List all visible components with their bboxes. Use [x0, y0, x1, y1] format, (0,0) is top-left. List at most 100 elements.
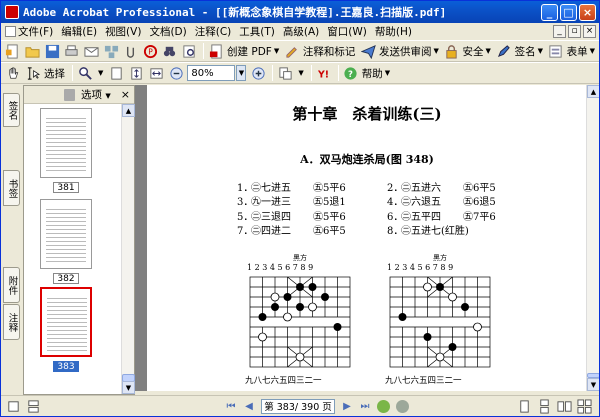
- options-menu[interactable]: 选项 ▼: [81, 87, 111, 102]
- acrobat-app-icon[interactable]: [5, 5, 19, 19]
- thumbnail-scrollbar[interactable]: ▲ ▼: [121, 104, 135, 394]
- forms-button[interactable]: 表单 ▼: [567, 44, 595, 59]
- lock-icon[interactable]: [443, 42, 461, 60]
- menu-edit[interactable]: 编辑(E): [57, 24, 101, 39]
- zoom-dropdown-button[interactable]: ▼: [236, 65, 247, 81]
- stamp-icon[interactable]: P: [141, 42, 159, 60]
- save-icon[interactable]: [43, 42, 61, 60]
- scroll-up-icon[interactable]: ▲: [122, 104, 135, 117]
- open-folder-icon[interactable]: [24, 42, 42, 60]
- minimize-button[interactable]: _: [541, 3, 558, 21]
- create-pdf-icon[interactable]: [207, 42, 225, 60]
- chevron-down-icon: ▼: [384, 69, 391, 77]
- yahoo-icon[interactable]: Y!: [315, 64, 333, 82]
- help-icon[interactable]: ?: [342, 64, 360, 82]
- actual-size-icon[interactable]: [107, 64, 125, 82]
- chevron-down-icon: ▼: [537, 47, 543, 55]
- help-button[interactable]: 帮助 ▼: [362, 66, 390, 81]
- single-page-view-icon[interactable]: [515, 397, 533, 415]
- fit-page-icon[interactable]: [127, 64, 145, 82]
- page-layout-continuous-icon[interactable]: [24, 397, 42, 415]
- menu-advanced[interactable]: 高级(A): [279, 24, 323, 39]
- page-thumbnail[interactable]: [40, 199, 92, 269]
- zoom-tool-icon[interactable]: [76, 64, 94, 82]
- next-view-icon[interactable]: [396, 399, 409, 413]
- email-icon[interactable]: [83, 42, 101, 60]
- zoom-level-input[interactable]: 80%: [187, 65, 236, 81]
- doc-close-button[interactable]: ×: [583, 25, 596, 38]
- forms-icon[interactable]: [547, 42, 565, 60]
- tab-bookmarks[interactable]: 书签: [3, 170, 20, 206]
- organize-icon[interactable]: [102, 42, 120, 60]
- close-panel-icon[interactable]: ×: [121, 88, 130, 101]
- menu-document[interactable]: 文档(D): [145, 24, 190, 39]
- move-row: 7． ㊁四进二 ㊄6平5 8． ㊁五进七(红胜): [237, 226, 469, 238]
- tab-signatures[interactable]: 签名: [3, 93, 20, 127]
- page-layout-single-icon[interactable]: [4, 397, 22, 415]
- search-icon[interactable]: [181, 42, 199, 60]
- side-label: 黑方: [433, 254, 447, 262]
- svg-text:P: P: [148, 47, 153, 56]
- select-tool-button[interactable]: 选择: [44, 66, 65, 81]
- title-bar[interactable]: Adobe Acrobat Professional - [[新概念象棋自学教程…: [1, 1, 599, 23]
- first-page-icon[interactable]: ⏮: [224, 399, 238, 413]
- document-scrollbar[interactable]: ▲ ▼: [586, 85, 599, 391]
- trash-icon[interactable]: [64, 88, 75, 101]
- menu-help[interactable]: 帮助(H): [371, 24, 416, 39]
- acrobat-window: Adobe Acrobat Professional - [[新概念象棋自学教程…: [0, 0, 600, 417]
- menu-view[interactable]: 视图(V): [101, 24, 145, 39]
- send-review-button[interactable]: 发送供审阅 ▼: [379, 44, 439, 59]
- doc-minimize-button[interactable]: _: [553, 25, 566, 38]
- rotate-pages-icon[interactable]: [276, 64, 294, 82]
- facing-view-icon[interactable]: [555, 397, 573, 415]
- zoom-in-icon[interactable]: [249, 64, 267, 82]
- previous-view-icon[interactable]: [377, 399, 390, 413]
- menu-window[interactable]: 窗口(W): [323, 24, 371, 39]
- send-review-icon[interactable]: [359, 42, 377, 60]
- page-thumbnail[interactable]: [40, 108, 92, 178]
- attach-icon[interactable]: [122, 42, 140, 60]
- hand-tool-icon[interactable]: [4, 64, 22, 82]
- file-toolbar: P 创建 PDF ▼ 注释和标记 发送供审阅 ▼ 安全 ▼ 签名 ▼ 表单 ▼: [1, 40, 599, 62]
- tab-comments[interactable]: 注释: [3, 304, 20, 340]
- page-layout-dropdown[interactable]: ▼: [296, 69, 303, 77]
- create-pdf-button[interactable]: 创建 PDF ▼: [227, 44, 279, 59]
- chevron-down-icon: ▼: [238, 69, 245, 77]
- move-row: 1． ㊁七进五 ㊄5平6 2． ㊁五进六 ㊄6平5: [237, 182, 496, 194]
- scroll-down-icon[interactable]: ▼: [587, 378, 599, 391]
- continuous-view-icon[interactable]: [535, 397, 553, 415]
- page-number-field[interactable]: 第 383/ 390 页: [261, 398, 335, 414]
- file-numbers-top: 1 2 3 4 5 6 7 8 9: [247, 263, 314, 272]
- scroll-down-icon[interactable]: ▼: [122, 381, 135, 394]
- previous-page-icon[interactable]: ◀: [242, 399, 256, 413]
- doc-restore-button[interactable]: ▫: [568, 25, 581, 38]
- page-thumbnail-selected[interactable]: [40, 287, 92, 357]
- fit-width-icon[interactable]: [147, 64, 165, 82]
- page-thumbnail-label: 382: [53, 273, 79, 284]
- menu-comments[interactable]: 注释(C): [191, 24, 236, 39]
- print-icon[interactable]: [63, 42, 81, 60]
- sign-pen-icon[interactable]: [495, 42, 513, 60]
- zoom-tool-dropdown[interactable]: ▼: [96, 69, 103, 77]
- new-document-icon[interactable]: [4, 42, 22, 60]
- pages-panel: 选项 ▼ × 381 382 383 ▲ ▼: [23, 85, 135, 395]
- sign-button[interactable]: 签名 ▼: [515, 44, 543, 59]
- menu-tools[interactable]: 工具(T): [235, 24, 279, 39]
- find-icon[interactable]: [161, 42, 179, 60]
- comment-markup-button[interactable]: 注释和标记: [303, 44, 356, 59]
- comment-markup-icon[interactable]: [283, 42, 301, 60]
- window-title: Adobe Acrobat Professional - [[新概念象棋自学教程…: [23, 6, 447, 19]
- menu-file[interactable]: 文件(F): [1, 24, 57, 39]
- select-cursor-icon[interactable]: [24, 64, 42, 82]
- zoom-out-icon[interactable]: [167, 64, 185, 82]
- next-page-icon[interactable]: ▶: [340, 399, 354, 413]
- maximize-button[interactable]: □: [560, 3, 577, 21]
- scroll-up-icon[interactable]: ▲: [587, 85, 599, 98]
- last-page-icon[interactable]: ⏭: [358, 399, 372, 413]
- chevron-down-icon: ▼: [433, 47, 439, 55]
- document-view[interactable]: 第十章 杀着训练(三) A．双马炮连杀局(图 348) 1． ㊁七进五 ㊄5平6 2…: [135, 85, 599, 391]
- continuous-facing-view-icon[interactable]: [575, 397, 593, 415]
- tab-attachments[interactable]: 附件: [3, 267, 20, 303]
- close-button[interactable]: ×: [579, 3, 596, 21]
- secure-button[interactable]: 安全 ▼: [463, 44, 491, 59]
